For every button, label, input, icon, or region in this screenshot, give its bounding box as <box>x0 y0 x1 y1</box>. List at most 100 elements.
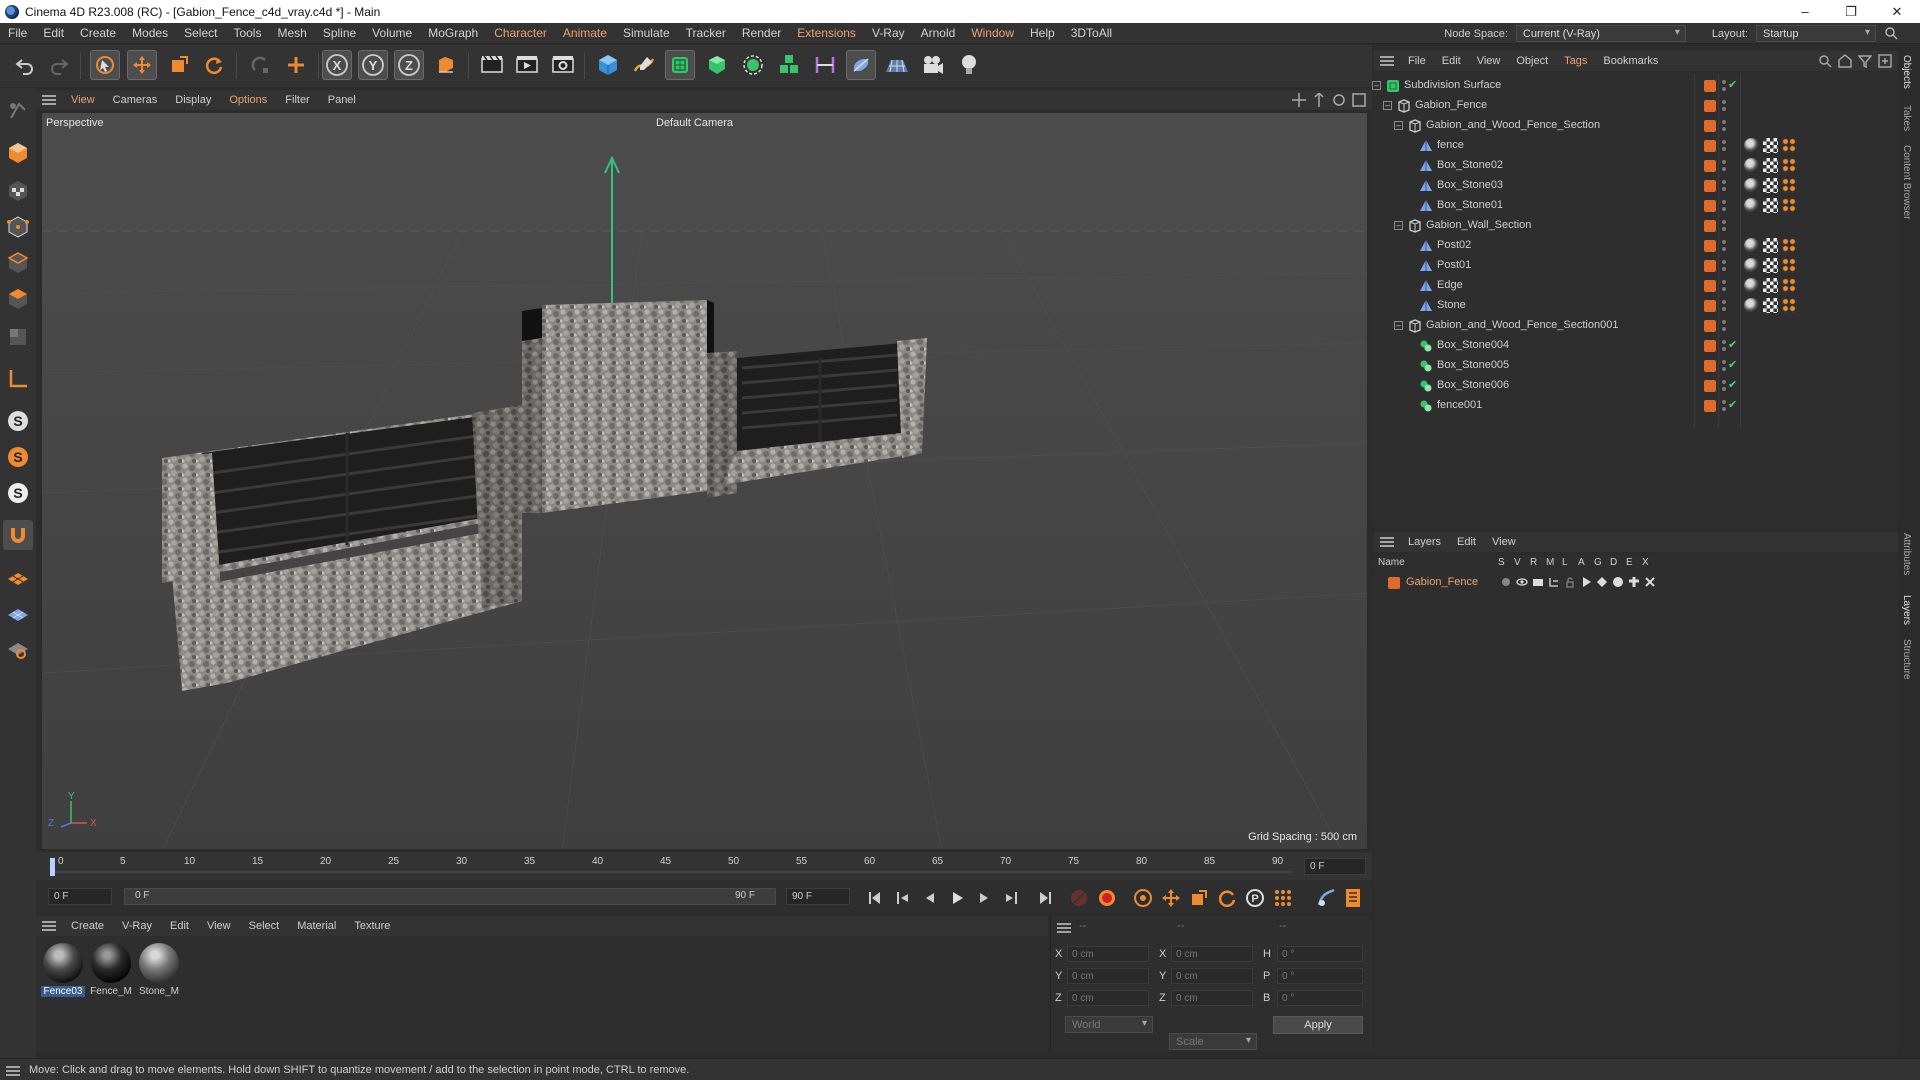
material-fence03[interactable]: Fence03 <box>41 943 85 997</box>
selection-tag-icon[interactable] <box>1782 178 1797 193</box>
object-row-edge[interactable]: Edge <box>1374 276 1898 296</box>
timeline-window-icon[interactable] <box>1342 887 1364 909</box>
object-layer-swatch[interactable] <box>1704 320 1716 332</box>
object-row-gabion-and-wood-fence-section001[interactable]: – Gabion_and_Wood_Fence_Section001 <box>1374 316 1898 336</box>
tree-collapse-icon[interactable]: – <box>1394 321 1403 330</box>
coordinate-space-dropdown[interactable]: World <box>1065 1016 1153 1033</box>
menu-3dtoall[interactable]: 3DToAll <box>1063 26 1120 40</box>
object-name[interactable]: Gabion_Wall_Section <box>1426 219 1531 231</box>
model-mode-icon[interactable] <box>3 138 33 168</box>
material-tag-icon[interactable] <box>1744 298 1759 313</box>
make-editable-icon[interactable] <box>3 96 33 126</box>
node-space-dropdown[interactable]: Current (V-Ray) <box>1515 25 1686 42</box>
snap-s-icon[interactable]: S <box>3 406 33 436</box>
material-tag-icon[interactable] <box>1744 158 1759 173</box>
visibility-dots-icon[interactable] <box>1722 199 1726 213</box>
menu-arnold[interactable]: Arnold <box>913 26 964 40</box>
object-manager-tool-icons[interactable] <box>1818 54 1892 68</box>
visibility-dots-icon[interactable] <box>1722 279 1726 293</box>
visibility-dots-icon[interactable] <box>1722 259 1726 273</box>
visibility-dots-icon[interactable] <box>1722 399 1726 413</box>
rotation-h-field[interactable]: 0 ° <box>1277 946 1363 962</box>
enabled-check-icon[interactable]: ✔ <box>1728 398 1737 411</box>
material-fence-m[interactable]: Fence_M <box>89 943 133 997</box>
material-tag-icon[interactable] <box>1744 238 1759 253</box>
layer-row[interactable]: Gabion_Fence <box>1374 573 1898 593</box>
material-menu-material[interactable]: Material <box>288 920 345 932</box>
viewport-menu-view[interactable]: View <box>62 94 104 106</box>
scale-icon[interactable] <box>164 50 194 80</box>
object-menu-view[interactable]: View <box>1469 55 1509 67</box>
camera-icon[interactable] <box>918 50 948 80</box>
status-hamburger-icon[interactable] <box>6 1065 20 1079</box>
end-frame-field[interactable]: 90 F <box>786 888 850 905</box>
current-frame-field[interactable]: 0 F <box>1304 858 1366 875</box>
object-layer-swatch[interactable] <box>1704 280 1716 292</box>
tree-collapse-icon[interactable]: – <box>1394 121 1403 130</box>
locked-workplane-icon[interactable] <box>3 634 33 664</box>
tab-layers[interactable]: Layers <box>1901 595 1912 625</box>
key-scale-icon[interactable] <box>1188 887 1210 909</box>
visibility-dots-icon[interactable] <box>1722 139 1726 153</box>
object-name[interactable]: fence <box>1437 139 1464 151</box>
viewport-menu-panel[interactable]: Panel <box>319 94 365 106</box>
menu-animate[interactable]: Animate <box>555 26 615 40</box>
menu-window[interactable]: Window <box>963 26 1022 40</box>
object-name[interactable]: Post01 <box>1437 259 1471 271</box>
coordinate-system-icon[interactable] <box>431 50 461 80</box>
object-row-subdivision-surface[interactable]: – Subdivision Surface ✔ <box>1372 76 1898 96</box>
subdivision-surface-icon[interactable] <box>665 50 695 80</box>
size-mode-dropdown[interactable]: Scale <box>1169 1033 1257 1050</box>
enabled-check-icon[interactable]: ✔ <box>1728 338 1737 351</box>
tree-collapse-icon[interactable]: – <box>1372 81 1381 90</box>
render-to-picture-viewer-icon[interactable] <box>512 50 542 80</box>
visibility-dots-icon[interactable] <box>1722 379 1726 393</box>
object-name[interactable]: Subdivision Surface <box>1404 79 1501 91</box>
keyframe-selection-icon[interactable] <box>1132 887 1154 909</box>
uvw-tag-icon[interactable] <box>1763 278 1778 293</box>
object-layer-swatch[interactable] <box>1704 300 1716 312</box>
object-name[interactable]: Gabion_Fence <box>1415 99 1487 111</box>
y-axis-lock-icon[interactable]: Y <box>358 50 388 80</box>
maximize-button[interactable]: ❐ <box>1828 0 1874 23</box>
motion-system-icon[interactable] <box>1316 887 1338 909</box>
enabled-check-icon[interactable]: ✔ <box>1728 78 1737 91</box>
deformer-icon[interactable] <box>810 50 840 80</box>
material-tag-icon[interactable] <box>1744 178 1759 193</box>
add-object-icon[interactable] <box>281 50 311 80</box>
uvw-tag-icon[interactable] <box>1763 158 1778 173</box>
object-row-gabion-and-wood-fence-section[interactable]: – Gabion_and_Wood_Fence_Section <box>1374 116 1898 136</box>
material-tag-icon[interactable] <box>1744 198 1759 213</box>
enabled-check-icon[interactable]: ✔ <box>1728 378 1737 391</box>
visibility-dots-icon[interactable] <box>1722 239 1726 253</box>
go-to-end-icon[interactable] <box>1034 887 1056 909</box>
object-row-gabion-wall-section[interactable]: – Gabion_Wall_Section <box>1374 216 1898 236</box>
object-layer-swatch[interactable] <box>1704 220 1716 232</box>
menu-character[interactable]: Character <box>486 26 555 40</box>
object-row-box-stone01[interactable]: Box_Stone01 <box>1374 196 1898 216</box>
rotation-b-field[interactable]: 0 ° <box>1277 990 1363 1006</box>
object-name[interactable]: Gabion_and_Wood_Fence_Section <box>1426 119 1600 131</box>
visibility-dots-icon[interactable] <box>1722 99 1726 113</box>
uvw-tag-icon[interactable] <box>1763 198 1778 213</box>
next-frame-icon[interactable] <box>973 887 995 909</box>
record-active-objects-icon[interactable] <box>1068 887 1090 909</box>
material-tag-icon[interactable] <box>1744 278 1759 293</box>
material-stone-m[interactable]: Stone_M <box>137 943 181 997</box>
object-name[interactable]: Edge <box>1437 279 1463 291</box>
selection-tag-icon[interactable] <box>1782 258 1797 273</box>
object-name[interactable]: Box_Stone006 <box>1437 379 1509 391</box>
recent-tool-icon[interactable] <box>245 50 275 80</box>
uv-mode-icon[interactable] <box>3 322 33 352</box>
object-layer-swatch[interactable] <box>1704 240 1716 252</box>
spline-pen-icon[interactable] <box>629 50 659 80</box>
object-menu-file[interactable]: File <box>1400 55 1434 67</box>
object-hamburger-icon[interactable] <box>1374 51 1400 71</box>
menu-render[interactable]: Render <box>734 26 789 40</box>
menu-create[interactable]: Create <box>72 26 124 40</box>
go-to-start-icon[interactable] <box>864 887 886 909</box>
object-menu-edit[interactable]: Edit <box>1434 55 1469 67</box>
cube-primitive-icon[interactable] <box>593 50 623 80</box>
object-row-box-stone004[interactable]: Box_Stone004 ✔ <box>1374 336 1898 356</box>
object-name[interactable]: Box_Stone02 <box>1437 159 1503 171</box>
